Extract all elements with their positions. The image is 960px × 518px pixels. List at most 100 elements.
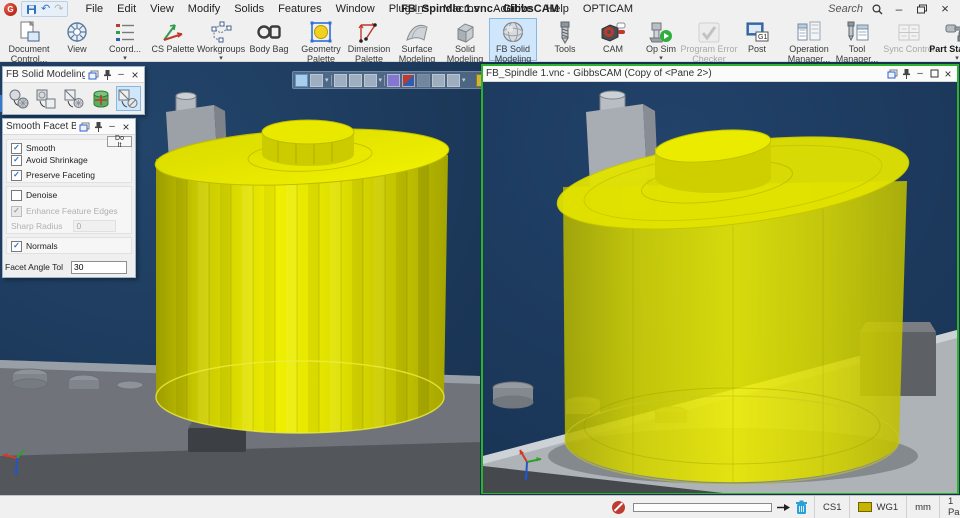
facet-body-from-solid-button[interactable] [6, 86, 31, 111]
cam-button[interactable]: CAM [589, 18, 637, 61]
menu-additive[interactable]: Additive [486, 3, 539, 15]
close-icon[interactable]: × [120, 121, 132, 133]
menu-modify[interactable]: Modify [181, 3, 227, 15]
operation-manager-button[interactable]: Operation Manager... [785, 18, 833, 63]
view-button[interactable]: View [53, 18, 101, 61]
cs-palette-button[interactable]: CS Palette [149, 18, 197, 61]
dimension-palette-button[interactable]: Dimension Palette [345, 18, 393, 63]
slider-end-pin-icon[interactable] [777, 503, 790, 512]
menu-features[interactable]: Features [271, 3, 328, 15]
denoise-checkbox[interactable] [11, 189, 22, 201]
units-indicator[interactable]: mm [906, 496, 939, 518]
op-sim-button[interactable]: Op Sim ▾ [637, 18, 685, 62]
close-icon[interactable]: × [129, 69, 141, 81]
facet-angle-input[interactable] [70, 260, 127, 274]
flag-icon[interactable] [402, 73, 416, 87]
minimize-button[interactable]: – [892, 3, 906, 15]
menu-file[interactable]: File [78, 3, 110, 15]
fb-solid-modeling-button[interactable]: FB Solid Modeling [489, 18, 537, 63]
grid-view-icon[interactable] [447, 73, 461, 87]
pane-layout-icon[interactable] [363, 73, 377, 87]
menu-edit[interactable]: Edit [110, 3, 143, 15]
save-icon[interactable] [26, 4, 37, 15]
menu-view[interactable]: View [143, 3, 181, 15]
program-error-checker-button[interactable]: Program Error Checker [681, 18, 738, 63]
undo-icon[interactable]: ↶ [41, 3, 50, 15]
sync-control-button[interactable]: Sync Control [883, 18, 935, 61]
dropdown-caret[interactable]: ▾ [659, 55, 663, 62]
pin-icon[interactable] [92, 121, 104, 132]
surface-modeling-button[interactable]: Surface Modeling [393, 18, 441, 63]
view-orientation-dropdown-icon[interactable]: ▾ [325, 77, 329, 84]
menu-help[interactable]: Help [539, 3, 576, 15]
sharp-radius-field[interactable]: 0 [72, 220, 116, 232]
avoid-shrinkage-checkbox[interactable] [11, 154, 22, 166]
solid-modeling-button[interactable]: Solid Modeling [441, 18, 489, 63]
dimension-palette-icon [358, 22, 377, 43]
dropdown-caret[interactable]: ▾ [219, 55, 223, 62]
coordinate-systems-button[interactable]: Coord... ▾ [101, 18, 149, 62]
blank-view-icon[interactable] [348, 73, 362, 87]
close-icon[interactable]: × [942, 68, 954, 80]
body-bag-button[interactable]: Body Bag [245, 18, 293, 61]
menu-opticam[interactable]: OPTICAM [576, 3, 640, 15]
do-it-button[interactable]: Do It [107, 135, 132, 149]
smooth-facet-body-button[interactable] [115, 86, 142, 111]
menu-plugins[interactable]: Plug-Ins [382, 3, 436, 15]
menu-solids[interactable]: Solids [227, 3, 271, 15]
add-view-icon[interactable] [432, 73, 446, 87]
facet-stock-body-button[interactable] [88, 86, 113, 111]
preserve-faceting-checkbox[interactable] [11, 169, 22, 181]
link-view-icon[interactable] [417, 73, 431, 87]
enhance-feature-edges-checkbox[interactable] [11, 205, 22, 217]
surface-modeling-icon [406, 24, 428, 41]
part-stations-button[interactable]: Part Stations ▾ [929, 18, 960, 62]
dropdown-caret[interactable]: ▾ [123, 55, 127, 62]
search-label[interactable]: Search [828, 3, 863, 15]
yellow-facet-body[interactable] [154, 119, 450, 442]
viewport-canvas-right[interactable] [483, 82, 957, 493]
view-orientation-icon[interactable] [310, 73, 323, 87]
palette-title-bar[interactable]: FB Solid Modeling – × [3, 67, 144, 83]
geometry-palette-button[interactable]: Geometry Palette [297, 18, 345, 63]
workgroup-indicator[interactable]: WG1 [849, 496, 906, 518]
restore-button[interactable] [915, 4, 929, 14]
menu-macros[interactable]: Macros [436, 3, 486, 15]
menu-window[interactable]: Window [329, 3, 382, 15]
trash-icon[interactable] [795, 500, 808, 515]
dialog-title-bar[interactable]: Smooth Facet Body Re – × [3, 119, 135, 135]
refine-facet-body-button[interactable] [61, 86, 86, 111]
grid-view-dropdown-icon[interactable]: ▾ [462, 77, 466, 84]
sim-speed-slider[interactable] [633, 502, 772, 512]
copy-view-icon[interactable] [333, 73, 347, 87]
search-icon[interactable] [872, 3, 883, 15]
pin-icon[interactable] [900, 68, 912, 79]
pane-layout-dropdown-icon[interactable]: ▾ [379, 77, 383, 84]
cs-indicator[interactable]: CS1 [814, 496, 849, 518]
part-count-indicator[interactable]: 1 Part [938, 496, 960, 518]
yellow-smooth-body[interactable] [552, 121, 913, 485]
minimize-icon[interactable]: – [106, 121, 118, 132]
print-view-icon[interactable] [387, 73, 401, 87]
pin-icon[interactable] [101, 69, 113, 80]
duplicate-window-icon[interactable] [87, 69, 99, 80]
tool-manager-button[interactable]: Tool Manager... [833, 18, 881, 63]
gibbscam-logo-icon[interactable]: G [4, 2, 17, 16]
post-button[interactable]: G1 Post [733, 18, 781, 61]
normals-checkbox[interactable] [11, 240, 22, 252]
right-pane-title-bar[interactable]: FB_Spindle 1.vnc - GibbsCAM (Copy of <Pa… [483, 66, 957, 82]
iso-view-cube-icon[interactable] [295, 73, 308, 87]
redo-icon[interactable]: ↷ [54, 3, 63, 15]
duplicate-window-icon[interactable] [886, 68, 898, 79]
tools-button[interactable]: Tools [541, 18, 589, 61]
dropdown-caret[interactable]: ▾ [955, 55, 959, 62]
workgroups-button[interactable]: Workgroups ▾ [197, 18, 245, 62]
minimize-icon[interactable]: – [115, 69, 127, 80]
close-button[interactable]: × [938, 2, 952, 15]
duplicate-window-icon[interactable] [78, 121, 90, 132]
restore-icon[interactable] [928, 68, 940, 79]
smooth-checkbox[interactable] [11, 142, 22, 154]
document-control-button[interactable]: Document Control... [5, 18, 53, 63]
solid-from-facet-body-button[interactable] [33, 86, 58, 111]
minimize-icon[interactable]: – [914, 68, 926, 79]
